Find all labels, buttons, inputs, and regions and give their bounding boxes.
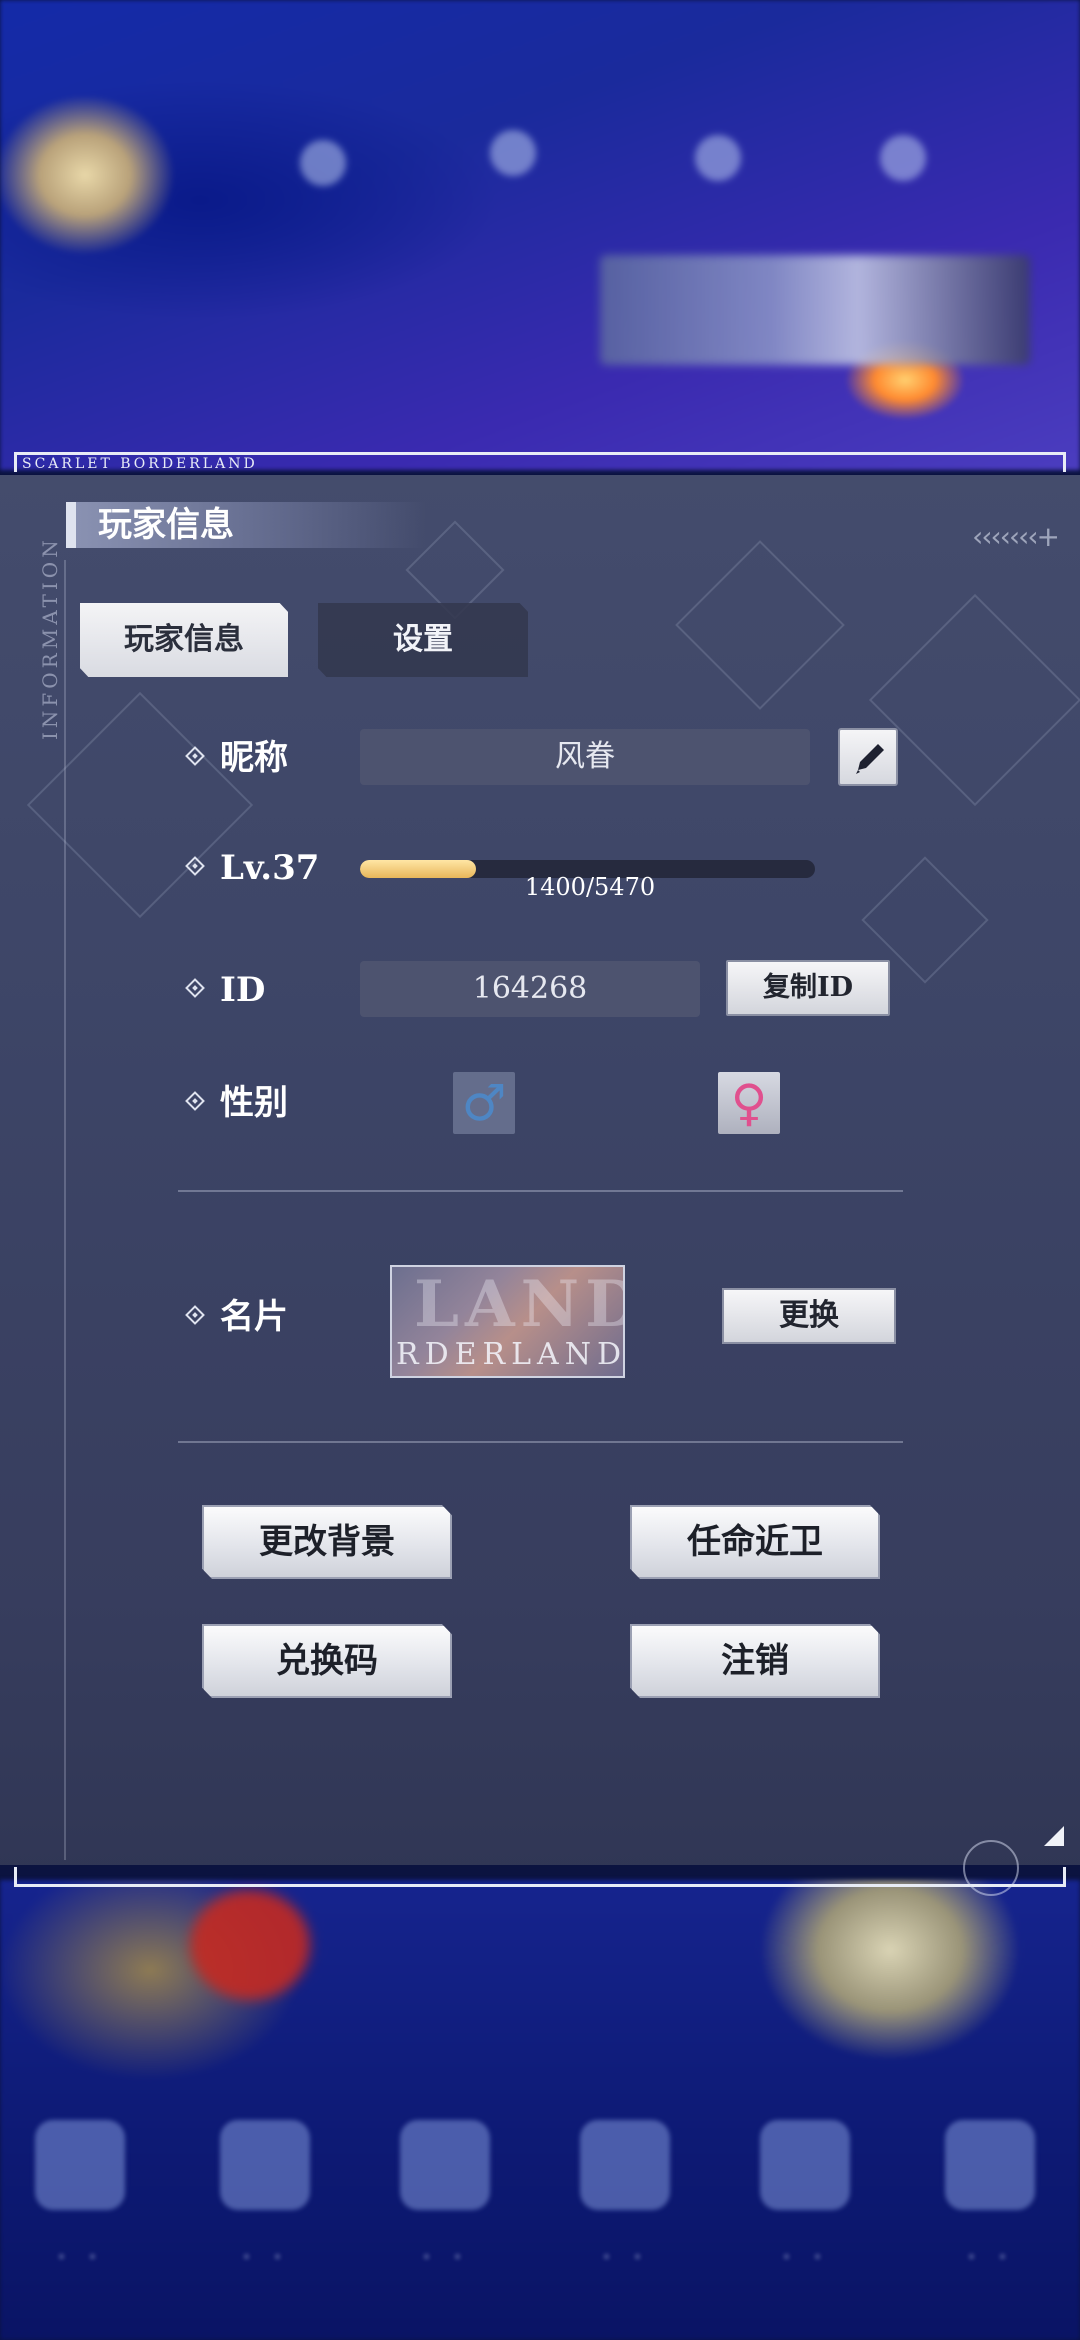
appoint-guard-button[interactable]: 任命近卫 [630, 1505, 880, 1579]
diamond-decoration [868, 593, 1080, 807]
male-icon[interactable]: ♂ [453, 1072, 515, 1134]
diamond-decoration [675, 540, 845, 710]
nickname-label: 昵称 [220, 738, 288, 778]
blurred-icon [880, 135, 926, 181]
diamond-bullet-icon [185, 856, 205, 876]
side-label-text: INFORMATION [38, 536, 62, 740]
diamond-bullet-icon [185, 746, 205, 766]
diamond-bullet-icon [185, 978, 205, 998]
nav-item: · · [915, 2110, 1065, 2330]
divider [178, 1441, 903, 1443]
xp-text: 1400/5470 [524, 873, 656, 901]
blurred-icon [695, 135, 741, 181]
name-card-thumbnail[interactable]: LAND RDERLAND [390, 1265, 625, 1378]
logout-button[interactable]: 注销 [630, 1624, 880, 1698]
female-icon[interactable]: ♀ [718, 1072, 780, 1134]
blurred-icon [300, 140, 346, 186]
brand-strip: SCARLET BORDERLAND [22, 456, 258, 472]
pencil-icon [856, 744, 884, 774]
redeem-code-button[interactable]: 兑换码 [202, 1624, 452, 1698]
id-field: 164268 [360, 961, 700, 1017]
player-info-panel [0, 475, 1080, 1865]
side-line [64, 560, 66, 1860]
nav-item: · · [370, 2110, 520, 2330]
blurred-bottom-nav: · · · · · · · · · · · · [0, 2110, 1080, 2340]
change-background-button[interactable]: 更改背景 [202, 1505, 452, 1579]
panel-title: 玩家信息 [66, 502, 426, 548]
card-row-label: 名片 [180, 1292, 288, 1342]
nav-item: · · [730, 2110, 880, 2330]
level-row-label: Lv.37 [180, 843, 319, 893]
nickname-row-label: 昵称 [180, 733, 288, 783]
gender-label: 性别 [220, 1083, 288, 1123]
nav-item: · · [5, 2110, 155, 2330]
blurred-icon [490, 130, 536, 176]
xp-progress-fill [360, 860, 477, 878]
edit-nickname-button[interactable] [838, 728, 898, 786]
copy-id-button[interactable]: 复制ID [726, 960, 890, 1016]
id-row-label: ID [180, 965, 265, 1015]
background-scene-top [0, 0, 1080, 470]
gender-row-label: 性别 [180, 1078, 288, 1128]
nav-item: · · [550, 2110, 700, 2330]
id-label: ID [220, 970, 266, 1010]
tab-settings[interactable]: 设置 [318, 603, 528, 677]
card-thumb-subtext: RDERLAND [396, 1337, 625, 1372]
divider [178, 1190, 903, 1192]
corner-triangle-icon [1044, 1826, 1064, 1846]
chevrons-icon: ‹‹‹‹‹‹‹+ [972, 520, 1060, 553]
panel-frame-top [14, 452, 1066, 472]
diamond-bullet-icon [185, 1091, 205, 1111]
side-label: INFORMATION [16, 520, 62, 750]
card-thumb-text: LAND [414, 1267, 625, 1342]
change-card-button[interactable]: 更换 [722, 1288, 896, 1344]
nickname-field: 风眷 [360, 729, 810, 785]
level-label: Lv.37 [220, 848, 320, 888]
blurred-event-banner [600, 255, 1030, 365]
blurred-character [190, 1890, 310, 2000]
tab-player-info[interactable]: 玩家信息 [80, 603, 288, 677]
circle-decoration [963, 1840, 1019, 1896]
diamond-bullet-icon [185, 1305, 205, 1325]
panel-title-text: 玩家信息 [98, 505, 234, 545]
panel-frame-bottom [14, 1867, 1066, 1887]
card-label: 名片 [220, 1297, 288, 1337]
nav-item: · · [190, 2110, 340, 2330]
